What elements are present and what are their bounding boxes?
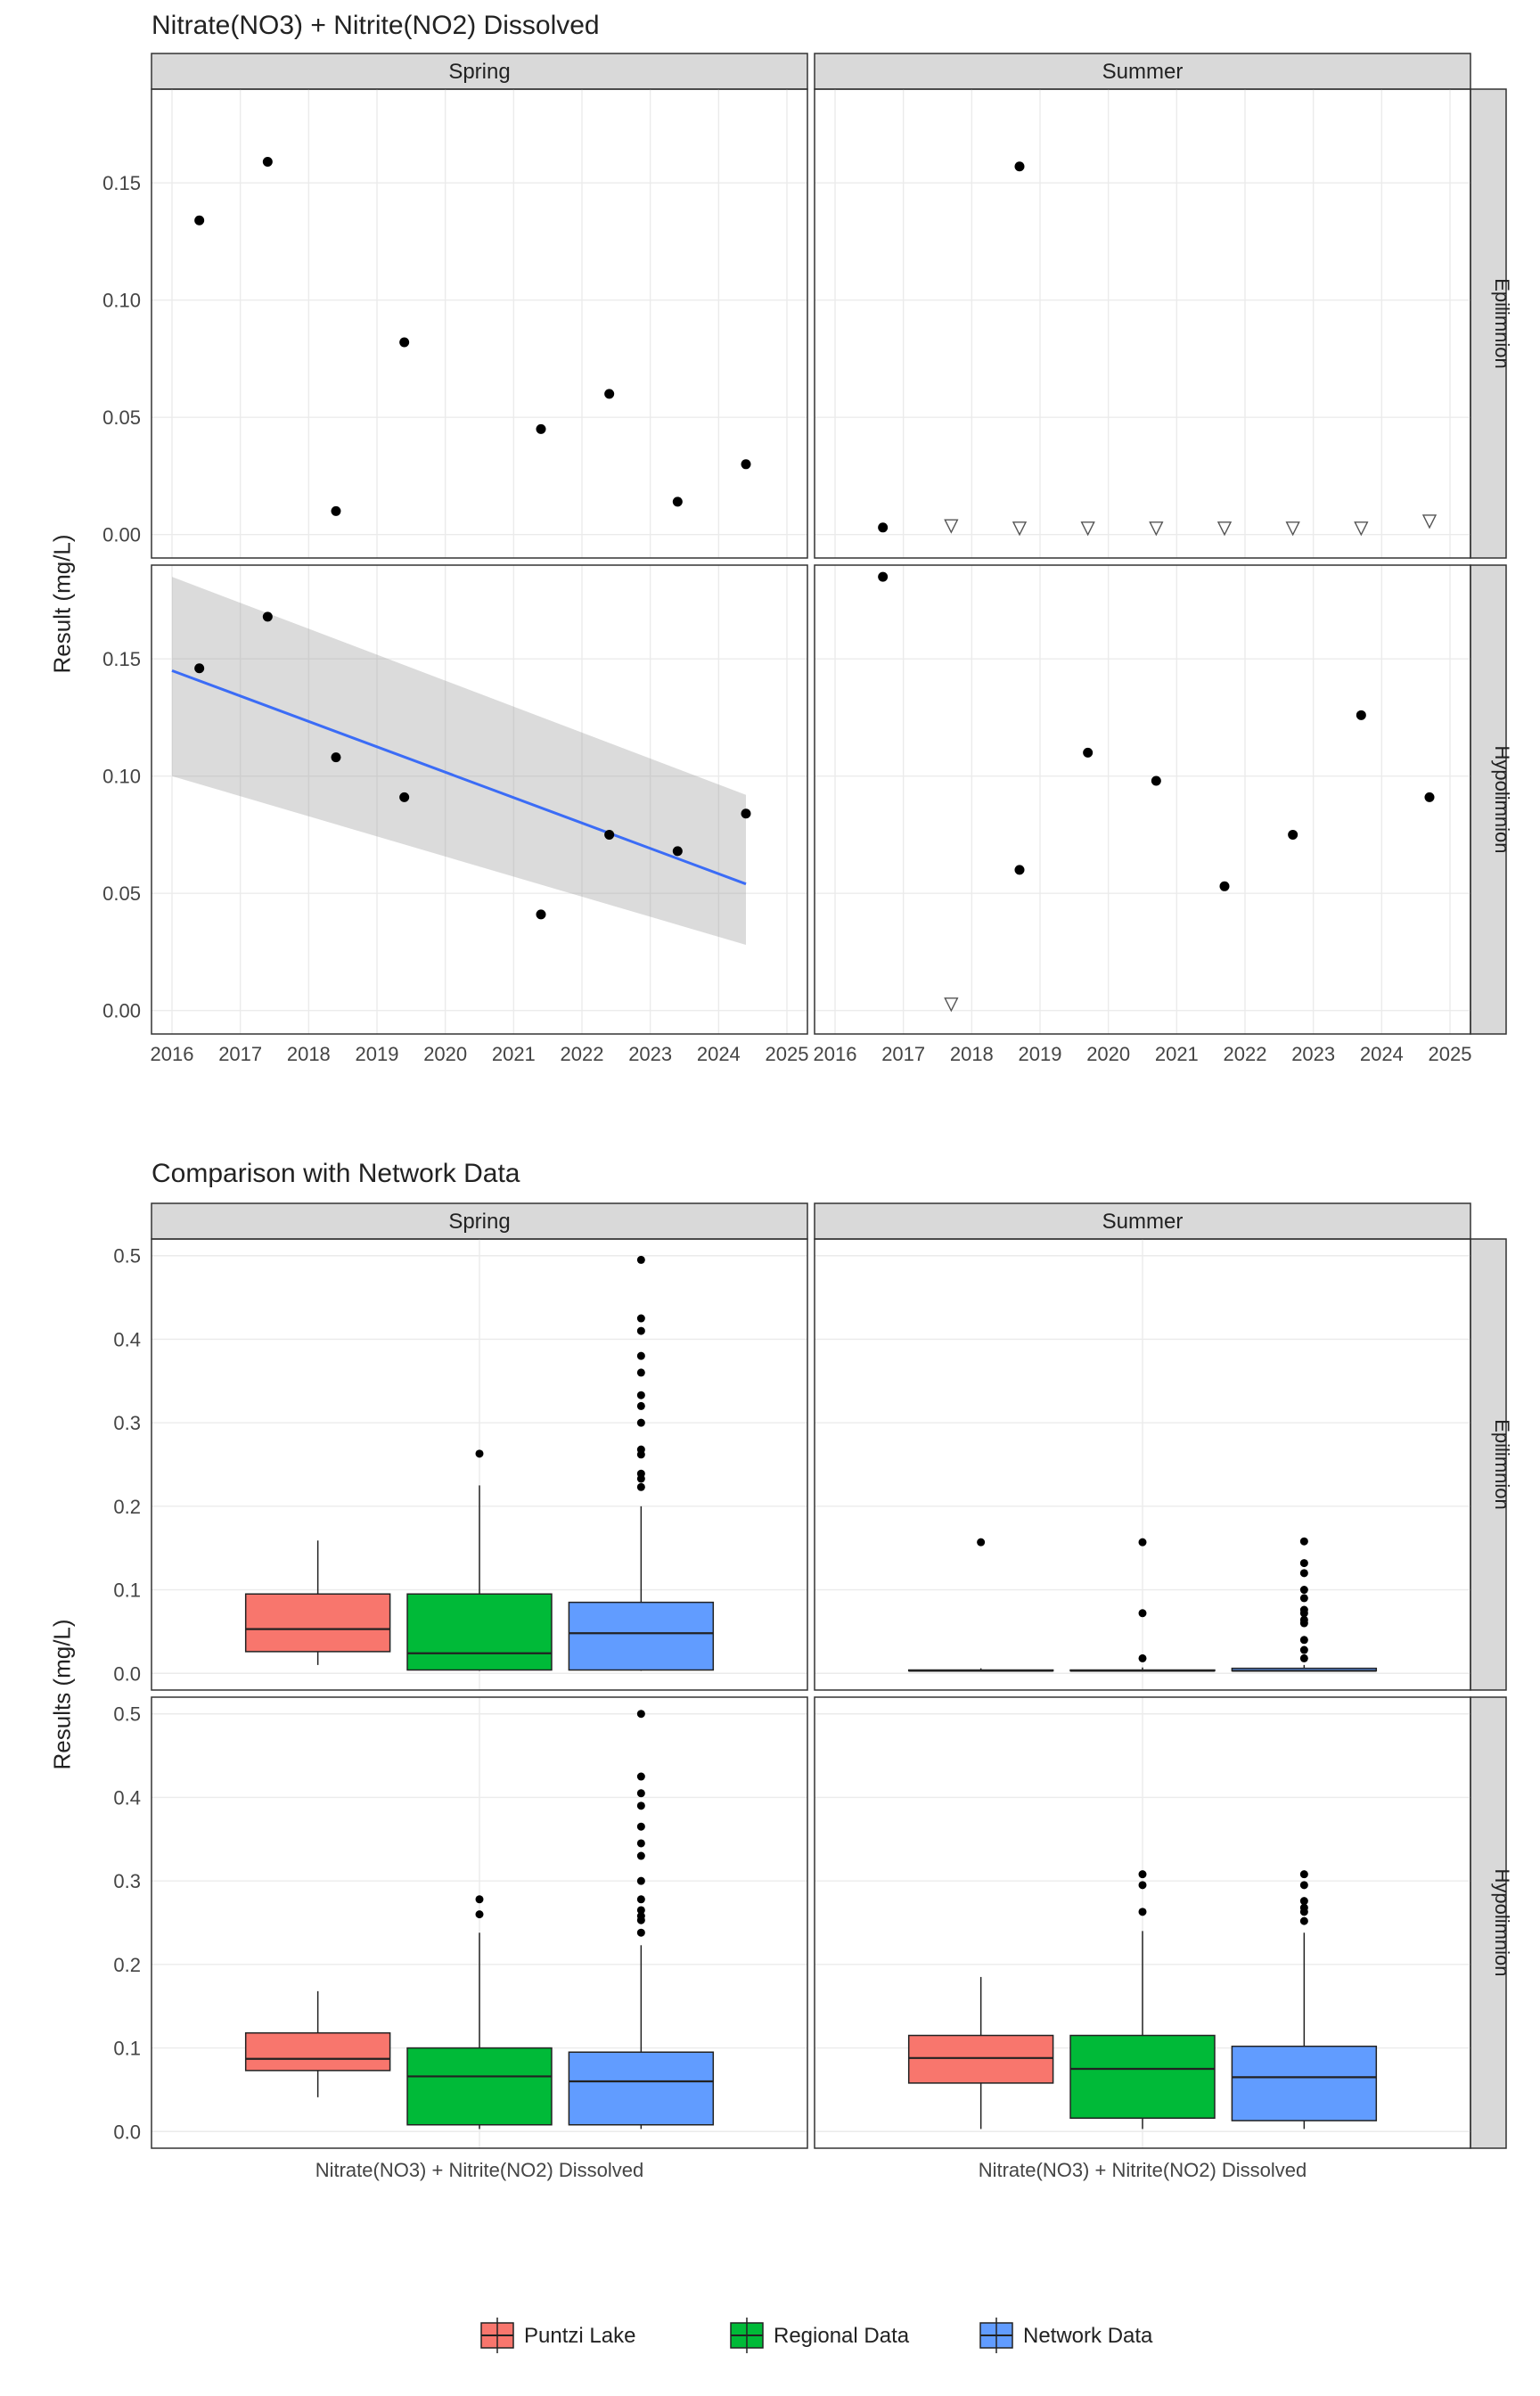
svg-text:2019: 2019 xyxy=(1019,1043,1062,1065)
svg-text:Hypolimnion: Hypolimnion xyxy=(1491,745,1513,853)
svg-text:Nitrate(NO3) + Nitrite(NO2) Di: Nitrate(NO3) + Nitrite(NO2) Dissolved xyxy=(315,2159,644,2181)
svg-text:2017: 2017 xyxy=(218,1043,262,1065)
svg-text:2025: 2025 xyxy=(766,1043,809,1065)
svg-text:0.4: 0.4 xyxy=(113,1786,141,1809)
svg-text:2024: 2024 xyxy=(1360,1043,1404,1065)
boxplot-chart: Spring Summer Epilimnion Hypolimnion 0.0 0.1 0… xyxy=(0,1194,1540,2291)
svg-text:2021: 2021 xyxy=(492,1043,536,1065)
svg-text:0.05: 0.05 xyxy=(102,882,141,905)
svg-text:2022: 2022 xyxy=(561,1043,604,1065)
svg-text:0.05: 0.05 xyxy=(102,406,141,429)
svg-text:0.10: 0.10 xyxy=(102,766,141,788)
svg-text:2021: 2021 xyxy=(1155,1043,1199,1065)
svg-text:Spring: Spring xyxy=(448,60,510,84)
svg-text:Nitrate(NO3) + Nitrite(NO2) Di: Nitrate(NO3) + Nitrite(NO2) Dissolved xyxy=(979,2159,1307,2181)
svg-text:0.5: 0.5 xyxy=(113,1703,141,1726)
svg-text:0.10: 0.10 xyxy=(102,290,141,312)
chart-title-bottom: Comparison with Network Data xyxy=(152,1159,520,1189)
svg-text:0.1: 0.1 xyxy=(113,2038,141,2060)
svg-text:Epilimnion: Epilimnion xyxy=(1491,278,1513,369)
svg-text:Regional Data: Regional Data xyxy=(774,2324,910,2348)
svg-text:0.3: 0.3 xyxy=(113,1870,141,1892)
svg-text:2025: 2025 xyxy=(1429,1043,1472,1065)
svg-text:2020: 2020 xyxy=(1086,1043,1130,1065)
svg-text:0.00: 0.00 xyxy=(102,524,141,546)
svg-text:2019: 2019 xyxy=(356,1043,399,1065)
svg-text:0.2: 0.2 xyxy=(113,1954,141,1976)
svg-text:2023: 2023 xyxy=(628,1043,672,1065)
svg-text:2018: 2018 xyxy=(287,1043,331,1065)
svg-text:Hypolimnion: Hypolimnion xyxy=(1491,1868,1513,1976)
svg-text:2016: 2016 xyxy=(814,1043,857,1065)
svg-text:Summer: Summer xyxy=(1102,1210,1184,1234)
svg-text:2020: 2020 xyxy=(423,1043,467,1065)
svg-text:0.0: 0.0 xyxy=(113,1662,141,1685)
chart-title-top: Nitrate(NO3) + Nitrite(NO2) Dissolved xyxy=(152,11,600,41)
svg-text:0.00: 0.00 xyxy=(102,1000,141,1022)
svg-text:Puntzi Lake: Puntzi Lake xyxy=(524,2324,635,2348)
legend: Puntzi Lake Regional Data Network Data xyxy=(0,2309,1540,2380)
svg-text:2017: 2017 xyxy=(881,1043,925,1065)
scatter-chart: Spring Summer Epilimnion Hypolimnion 0.00 0.0… xyxy=(0,45,1540,1123)
svg-text:Epilimnion: Epilimnion xyxy=(1491,1419,1513,1510)
svg-text:2018: 2018 xyxy=(950,1043,994,1065)
svg-text:0.5: 0.5 xyxy=(113,1245,141,1268)
svg-text:Summer: Summer xyxy=(1102,60,1184,84)
svg-text:2022: 2022 xyxy=(1224,1043,1267,1065)
svg-text:0.3: 0.3 xyxy=(113,1412,141,1434)
svg-text:0.1: 0.1 xyxy=(113,1580,141,1602)
svg-text:2016: 2016 xyxy=(151,1043,194,1065)
svg-text:2024: 2024 xyxy=(697,1043,741,1065)
svg-text:0.15: 0.15 xyxy=(102,648,141,670)
svg-text:2023: 2023 xyxy=(1291,1043,1335,1065)
svg-text:0.2: 0.2 xyxy=(113,1496,141,1518)
svg-text:0.15: 0.15 xyxy=(102,172,141,194)
svg-text:0.0: 0.0 xyxy=(113,2121,141,2143)
svg-text:0.4: 0.4 xyxy=(113,1328,141,1350)
svg-text:Network Data: Network Data xyxy=(1023,2324,1153,2348)
svg-text:Spring: Spring xyxy=(448,1210,510,1234)
